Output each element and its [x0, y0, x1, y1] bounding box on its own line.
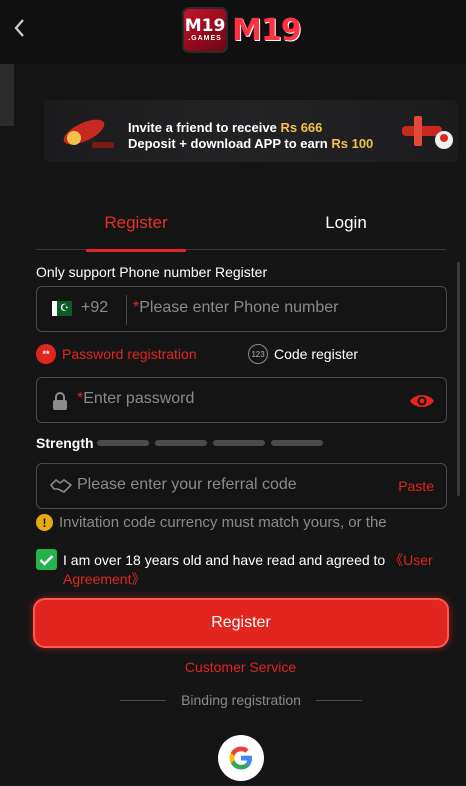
banner-line-1: Invite a friend to receive Rs 666 [128, 120, 323, 135]
referral-info: ! Invitation code currency must match yo… [36, 514, 387, 531]
logo-wordmark: M19 [232, 12, 302, 48]
check-icon [39, 554, 54, 566]
plane-illustration-icon [402, 116, 453, 149]
register-card [14, 64, 466, 786]
customer-service-link[interactable]: Customer Service [0, 659, 466, 675]
chevron-left-icon [14, 19, 24, 37]
password-mode-label: Password registration [62, 346, 197, 362]
password-mode-icon: ** [36, 344, 56, 364]
scrollbar[interactable] [457, 262, 460, 496]
password-registration-option[interactable]: ** Password registration [36, 344, 197, 364]
strength-bar-1 [97, 440, 149, 446]
strength-bar-4 [271, 440, 323, 446]
binding-registration: Binding registration [120, 692, 362, 710]
code-mode-icon: 123 [248, 344, 268, 364]
agreement-checkbox[interactable] [36, 549, 57, 570]
password-field[interactable]: *Enter password [36, 377, 447, 423]
referral-field[interactable]: Please enter your referral code Paste [36, 463, 447, 509]
back-button[interactable] [8, 14, 32, 42]
agreement-text: I am over 18 years old and have read and… [63, 552, 433, 587]
invite-banner[interactable]: Invite a friend to receive Rs 666 Deposi… [44, 100, 458, 162]
country-code[interactable]: +92 [81, 299, 108, 317]
google-icon [229, 746, 252, 770]
warning-icon: ! [36, 514, 53, 531]
auth-tabs: Register Login [36, 204, 446, 252]
code-register-option[interactable]: 123 Code register [248, 344, 358, 364]
banner-line-2: Deposit + download APP to earn Rs 100 [128, 136, 374, 151]
code-mode-label: Code register [274, 346, 359, 362]
app-logo: M19 .GAMES M19 [182, 6, 302, 54]
logo-badge: M19 .GAMES [182, 7, 228, 53]
eye-icon[interactable] [409, 392, 435, 410]
tab-login[interactable]: Login [298, 204, 394, 250]
strength-label: Strength [36, 435, 94, 451]
strength-bar-2 [155, 440, 207, 446]
paste-button[interactable]: Paste [398, 478, 434, 494]
lock-icon [53, 392, 67, 410]
register-button[interactable]: Register [33, 598, 449, 648]
phone-placeholder: *Please enter Phone number [133, 299, 339, 316]
field-divider [126, 295, 127, 325]
password-placeholder: *Enter password [77, 390, 195, 407]
tab-register[interactable]: Register [86, 204, 186, 252]
support-label: Only support Phone number Register [36, 264, 268, 280]
handshake-icon [50, 478, 72, 493]
register-page: M19 .GAMES M19 Invite a friend to receiv… [0, 0, 466, 786]
rocket-illustration-icon [63, 119, 114, 148]
top-bar: M19 .GAMES M19 [0, 0, 466, 64]
strength-bar-3 [213, 440, 265, 446]
google-login-button[interactable] [218, 735, 264, 781]
phone-field[interactable]: ☪ +92 *Please enter Phone number [36, 286, 447, 332]
side-band [0, 64, 14, 126]
info-text: Invitation code currency must match your… [59, 514, 387, 531]
divider-right [316, 700, 362, 701]
pakistan-flag-icon: ☪ [52, 301, 72, 316]
referral-placeholder: Please enter your referral code [77, 476, 297, 493]
